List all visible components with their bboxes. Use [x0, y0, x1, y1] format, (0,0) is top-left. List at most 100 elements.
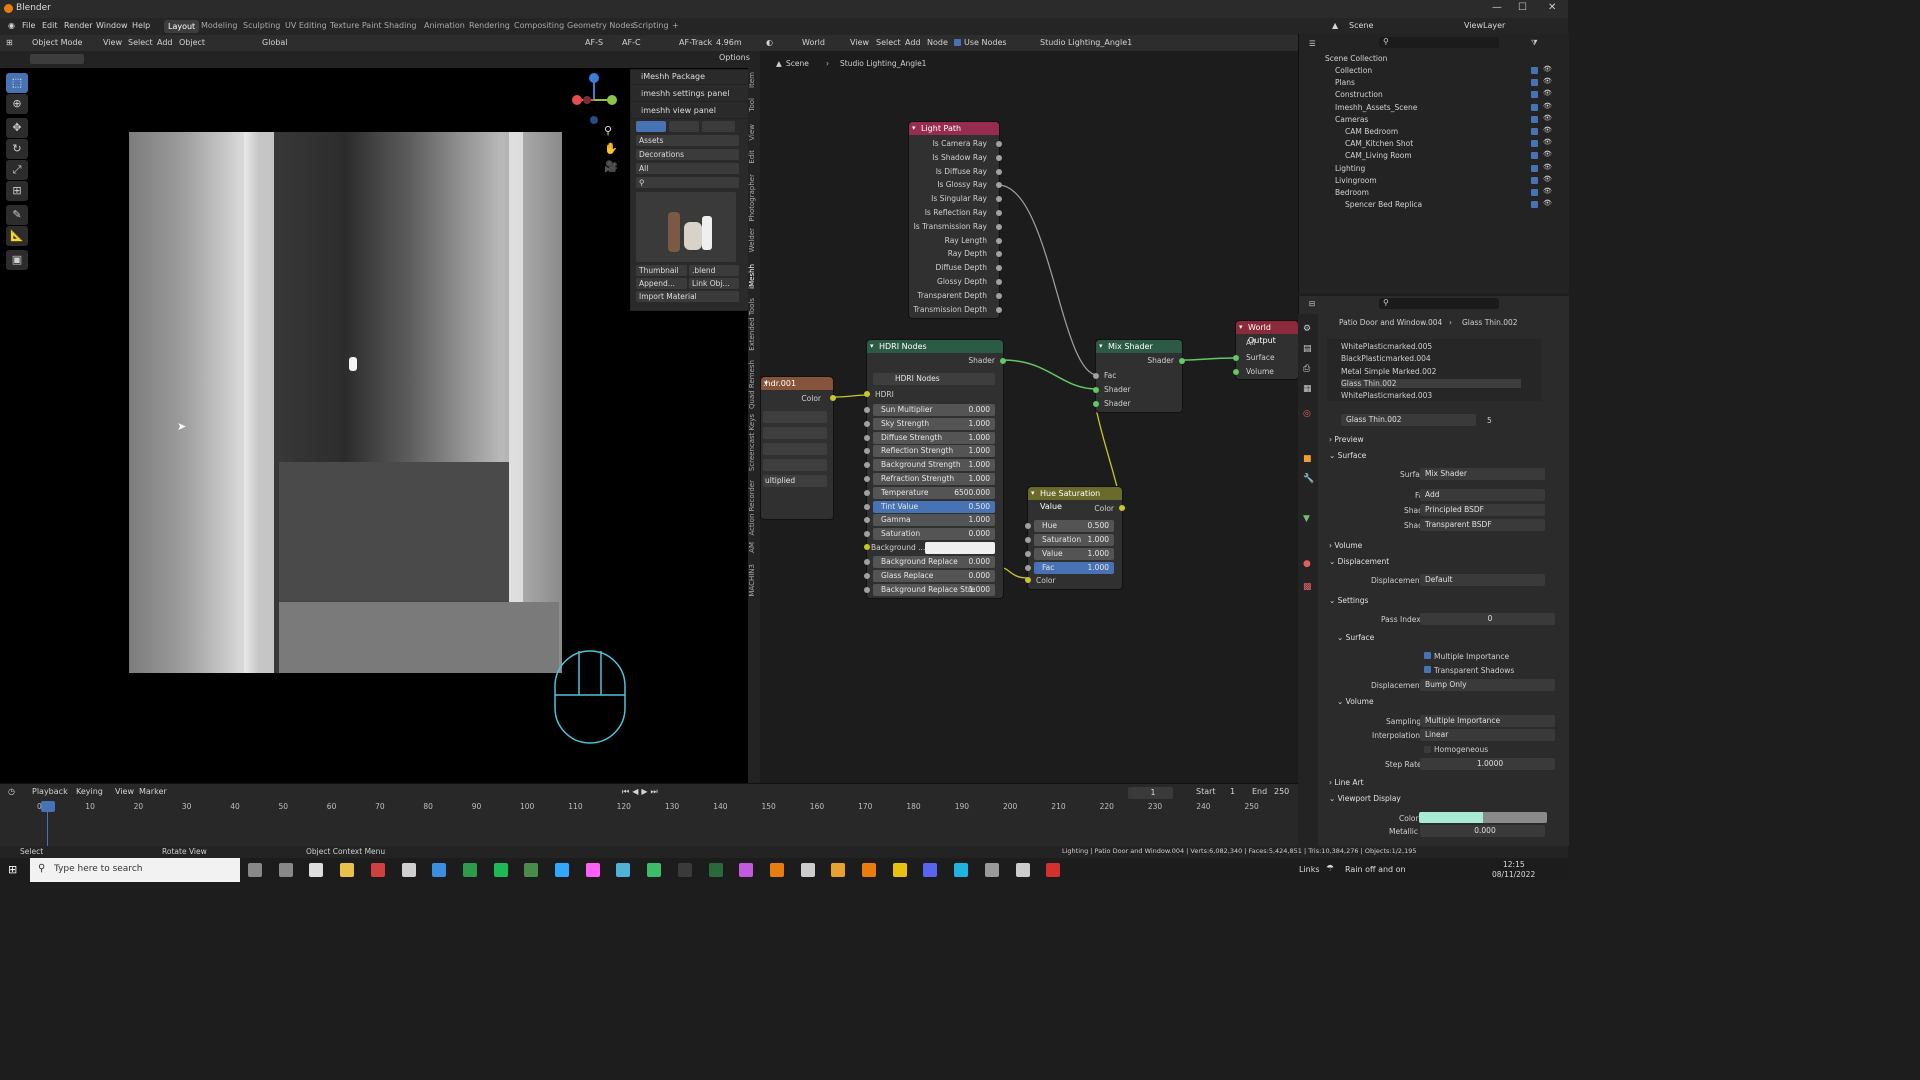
taskbar-date[interactable]: 08/11/2022 — [1492, 870, 1535, 879]
taskbar-app-icon[interactable] — [278, 863, 293, 877]
outliner-item[interactable]: CAM_Kitchen Shot — [1345, 139, 1413, 148]
visibility-eye-icon[interactable]: 👁 — [1543, 199, 1552, 207]
color-space-dropdown[interactable] — [763, 459, 827, 471]
properties-type-icon[interactable]: ⊟ — [1309, 299, 1315, 308]
timeline-keying-menu[interactable]: Keying — [76, 787, 103, 796]
sidebar-tab-photographer[interactable]: Photographer — [748, 174, 760, 222]
outliner-item[interactable]: Cameras — [1335, 115, 1368, 124]
tab-scripting[interactable]: Scripting — [633, 21, 669, 30]
minimize-button[interactable]: — — [1492, 2, 1502, 13]
outliner-exclude-checkbox[interactable] — [1531, 91, 1538, 99]
light-path-output-socket[interactable] — [996, 292, 1002, 299]
outliner-item[interactable]: CAM Bedroom — [1345, 127, 1398, 136]
current-frame-field[interactable]: 1 — [1128, 787, 1173, 799]
light-path-output-socket[interactable] — [996, 141, 1002, 147]
world-surface-socket[interactable] — [1233, 355, 1239, 361]
timeline-type-icon[interactable]: ◷ — [8, 787, 15, 796]
node-param-socket[interactable] — [864, 503, 870, 510]
scale-tool-icon[interactable]: ⤢ — [6, 160, 28, 180]
light-path-output-socket[interactable] — [996, 306, 1002, 313]
visibility-eye-icon[interactable]: 👁 — [1543, 187, 1552, 195]
node-param-field[interactable]: Background Strength 1.000 — [873, 459, 995, 472]
filter-dropdown[interactable]: All — [636, 163, 739, 174]
menu-select[interactable]: Select — [128, 38, 153, 47]
visibility-eye-icon[interactable]: 👁 — [1543, 65, 1552, 73]
hdri-input-socket[interactable] — [864, 391, 870, 397]
imeshh-settings-header[interactable]: imeshh settings panel — [631, 87, 755, 102]
taskbar-search-input[interactable]: ⚲ Type here to search — [30, 858, 240, 882]
surface-subsection[interactable]: ⌄ Surface — [1337, 633, 1374, 642]
menu-object[interactable]: Object — [179, 38, 205, 47]
asset-thumbnail[interactable] — [636, 192, 736, 262]
sampling-dropdown[interactable]: Multiple Importance — [1420, 715, 1555, 727]
light-path-output-socket[interactable] — [996, 223, 1002, 230]
node-param-field[interactable]: Value 1.000 — [1034, 548, 1114, 560]
playhead[interactable] — [41, 801, 55, 812]
tab-texture-paint[interactable]: Texture Paint — [330, 21, 382, 30]
view-layer-properties-icon[interactable]: ▦ — [1303, 384, 1312, 394]
node-param-socket[interactable] — [1025, 551, 1031, 557]
tab-sculpting[interactable]: Sculpting — [243, 21, 280, 30]
node-param-socket[interactable] — [864, 489, 870, 496]
pan-hand-icon[interactable]: ✋ — [604, 142, 618, 155]
settings-section[interactable]: ⌄ Settings — [1329, 596, 1368, 605]
taskbar-app-icon[interactable] — [769, 863, 784, 877]
visibility-eye-icon[interactable]: 👁 — [1543, 89, 1552, 97]
sidebar-tab-quad-remesh[interactable]: Quad Remesh — [748, 360, 760, 409]
node-param-socket[interactable] — [864, 517, 870, 524]
material-datablock-field[interactable]: Glass Thin.002 — [1341, 414, 1476, 426]
hue-sat-input-socket[interactable] — [1025, 577, 1031, 583]
visibility-eye-icon[interactable]: 👁 — [1543, 138, 1552, 146]
node-param-socket[interactable] — [1025, 537, 1031, 543]
taskbar-app-icon[interactable] — [1015, 863, 1030, 877]
node-param-field[interactable]: Sky Strength 1.000 — [873, 417, 995, 430]
outliner-exclude-checkbox[interactable] — [1531, 176, 1538, 184]
alpha-dropdown[interactable]: ultiplied — [763, 475, 827, 487]
taskbar-weather[interactable]: Rain off and on — [1345, 865, 1406, 874]
asset-type-material-button[interactable] — [669, 121, 699, 132]
af-s-button[interactable]: AF-S — [585, 38, 603, 47]
transform-tool-icon[interactable]: ⊞ — [6, 181, 28, 201]
hue-sat-output-socket[interactable] — [1119, 505, 1125, 511]
properties-search-input[interactable]: ⚲ — [1379, 298, 1499, 309]
output-properties-icon[interactable]: ⎙ — [1303, 364, 1310, 374]
node-menu-view[interactable]: View — [850, 38, 869, 47]
node-param-socket[interactable] — [864, 420, 870, 427]
sidebar-tab-machin3[interactable]: MACHIN3 — [748, 564, 760, 597]
shader-type-selector[interactable]: World — [802, 38, 825, 47]
node-menu-add[interactable]: Add — [905, 38, 921, 47]
texture-properties-icon[interactable]: ▩ — [1303, 582, 1312, 592]
outliner-exclude-checkbox[interactable] — [1531, 103, 1538, 111]
homogeneous-checkbox[interactable] — [1424, 746, 1431, 753]
menu-add[interactable]: Add — [157, 38, 173, 47]
material-slot-item[interactable]: BlackPlasticmarked.004 — [1341, 354, 1431, 363]
node-param-field[interactable]: Background Replace Stre 1.000 — [873, 583, 995, 596]
taskbar-links[interactable]: Links — [1299, 865, 1320, 874]
outliner-exclude-checkbox[interactable] — [1531, 67, 1538, 74]
taskbar-app-icon[interactable] — [248, 863, 262, 877]
close-button[interactable]: ✕ — [1548, 2, 1556, 13]
world-properties-icon[interactable]: ◎ — [1303, 409, 1311, 419]
outliner-item[interactable]: Bedroom — [1335, 188, 1369, 197]
projection-dropdown[interactable] — [763, 443, 827, 455]
light-path-output-socket[interactable] — [996, 210, 1002, 216]
node-param-socket[interactable] — [864, 476, 870, 482]
hdri-nodes-node[interactable]: HDRI Nodes Shader HDRI Nodes HDRI Backgr… — [864, 339, 1006, 599]
material-slot-list[interactable]: WhitePlasticmarked.005 BlackPlasticmarked… — [1327, 339, 1541, 401]
menu-edit[interactable]: Edit — [42, 21, 58, 30]
sidebar-tab-action-recorder[interactable]: Action Recorder — [748, 480, 760, 536]
outliner-exclude-checkbox[interactable] — [1531, 164, 1538, 172]
zoom-icon[interactable]: ⚲ — [604, 124, 612, 137]
sidebar-tab-view[interactable]: View — [748, 124, 760, 141]
light-path-output-socket[interactable] — [996, 279, 1002, 285]
node-editor-type-icon[interactable]: ◐ — [766, 38, 773, 47]
outliner-item[interactable]: Collection — [1335, 66, 1372, 75]
world-output-node[interactable]: World Output All Surface Volume — [1233, 320, 1299, 380]
node-param-socket[interactable] — [864, 559, 870, 565]
node-menu-node[interactable]: Node — [927, 38, 948, 47]
image-datablock-field[interactable] — [763, 411, 827, 423]
measure-tool-icon[interactable]: 📐 — [6, 226, 28, 246]
node-param-socket[interactable] — [1025, 565, 1031, 571]
options-menu[interactable]: Options — [719, 53, 750, 62]
light-path-output-socket[interactable] — [996, 154, 1002, 161]
